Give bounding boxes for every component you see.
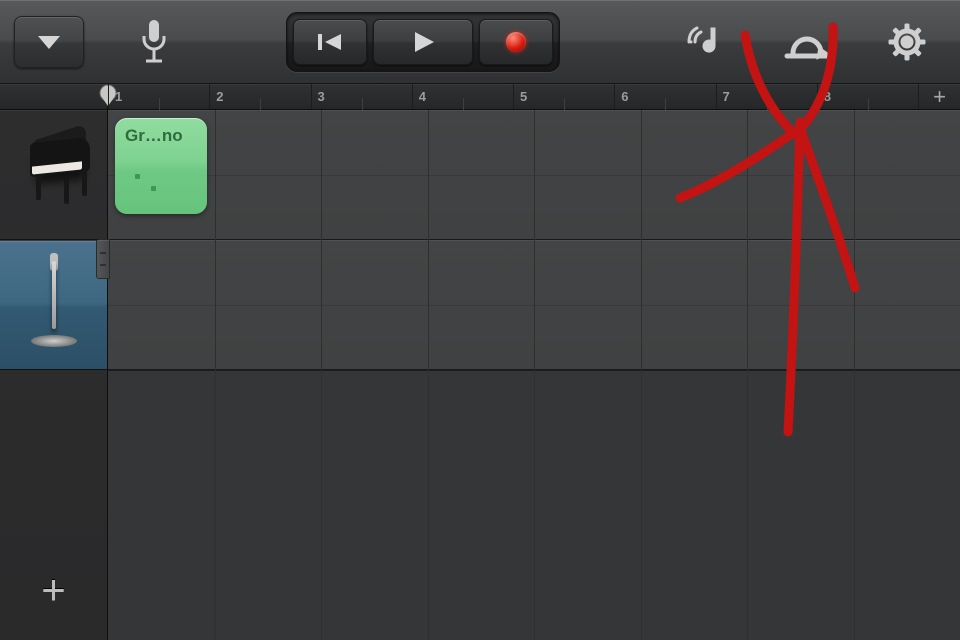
settings-button[interactable] bbox=[878, 13, 936, 71]
gear-icon bbox=[887, 22, 927, 62]
ruler-bar[interactable]: 6 bbox=[614, 84, 715, 109]
track-grid[interactable]: Gr…no bbox=[108, 110, 960, 640]
add-section-button[interactable]: + bbox=[918, 84, 960, 109]
ruler-bar[interactable]: 5 bbox=[513, 84, 614, 109]
instruments-icon bbox=[685, 22, 729, 62]
play-button[interactable] bbox=[373, 19, 473, 65]
gridline bbox=[215, 110, 216, 640]
plus-icon: + bbox=[41, 569, 66, 611]
record-button[interactable] bbox=[479, 19, 553, 65]
track-headers: + bbox=[0, 110, 108, 640]
region-label: Gr…no bbox=[125, 126, 183, 145]
toolbar bbox=[0, 0, 960, 84]
rewind-button[interactable] bbox=[293, 19, 367, 65]
gridline bbox=[641, 110, 642, 640]
midi-region[interactable]: Gr…no bbox=[115, 118, 207, 214]
loop-browser-button[interactable] bbox=[778, 13, 836, 71]
track-header-piano[interactable] bbox=[0, 110, 107, 240]
microphone-icon bbox=[136, 18, 172, 66]
add-track-button[interactable]: + bbox=[34, 570, 74, 610]
midi-notes-icon bbox=[133, 170, 163, 200]
instruments-button[interactable] bbox=[678, 13, 736, 71]
my-songs-button[interactable] bbox=[14, 16, 84, 68]
ruler-gutter bbox=[0, 84, 108, 109]
ruler-bar[interactable]: 7 bbox=[716, 84, 817, 109]
ruler-bar[interactable]: 3 bbox=[311, 84, 412, 109]
timeline-ruler[interactable]: 12345678 + bbox=[0, 84, 960, 110]
loop-icon bbox=[783, 23, 831, 61]
gridline bbox=[534, 110, 535, 640]
ruler-bar[interactable]: 2 bbox=[209, 84, 310, 109]
arrangement-area: + Gr…no bbox=[0, 110, 960, 640]
grand-piano-icon bbox=[8, 136, 100, 214]
gridline bbox=[854, 110, 855, 640]
sidebar-resize-handle[interactable] bbox=[96, 239, 110, 279]
transport-controls bbox=[286, 12, 560, 72]
ruler-bar[interactable]: 4 bbox=[412, 84, 513, 109]
mic-stand-icon bbox=[14, 255, 94, 355]
ruler-bar[interactable]: 8 bbox=[817, 84, 918, 109]
track-header-mic[interactable] bbox=[0, 240, 107, 370]
ruler-bar[interactable]: 1 bbox=[108, 84, 209, 109]
plus-icon: + bbox=[933, 84, 946, 110]
record-icon bbox=[506, 32, 526, 52]
gridline bbox=[428, 110, 429, 640]
gridline bbox=[321, 110, 322, 640]
gridline bbox=[747, 110, 748, 640]
input-mic-indicator bbox=[112, 18, 196, 66]
